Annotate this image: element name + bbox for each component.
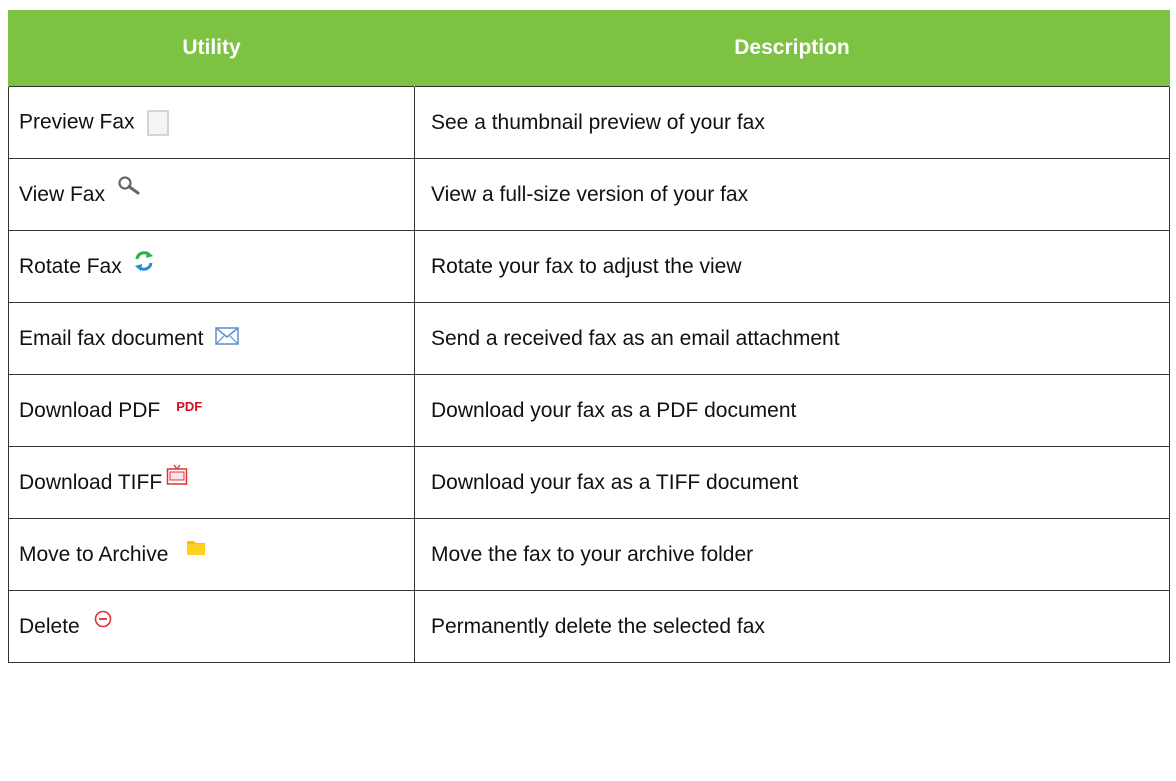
description-cell: Send a received fax as an email attachme… [414, 302, 1170, 375]
description-cell: Rotate your fax to adjust the view [414, 230, 1170, 303]
utility-label: Download TIFF [19, 470, 163, 494]
folder-icon[interactable] [186, 538, 206, 556]
table-row: Preview Fax See a thumbnail preview of y… [8, 86, 1170, 159]
tiff-icon[interactable] [166, 464, 188, 486]
table-row: Download PDF PDF Download your fax as a P… [8, 374, 1170, 447]
utility-label: Download PDF [19, 398, 161, 422]
utility-label: Move to Archive [19, 542, 169, 566]
utility-cell: Download TIFF [8, 446, 415, 519]
pdf-icon[interactable]: PDF [176, 399, 202, 414]
utility-cell: Delete [8, 590, 415, 663]
description-cell: View a full-size version of your fax [414, 158, 1170, 231]
utility-label: View Fax [19, 182, 105, 206]
header-row: Utility Description [8, 10, 1170, 87]
table-row: View Fax View a full-size version of you… [8, 158, 1170, 231]
utility-cell: Rotate Fax [8, 230, 415, 303]
description-cell: See a thumbnail preview of your fax [414, 86, 1170, 159]
utility-cell: View Fax [8, 158, 415, 231]
table-row: Rotate Fax Rotate your fax to adjust the… [8, 230, 1170, 303]
utility-cell: Preview Fax [8, 86, 415, 159]
description-cell: Download your fax as a PDF document [414, 374, 1170, 447]
description-header: Description [414, 10, 1170, 87]
table-row: Download TIFF Download your fax as a TIF… [8, 446, 1170, 519]
utility-header: Utility [8, 10, 415, 87]
table-row: Move to Archive Move the fax to your arc… [8, 518, 1170, 591]
utility-cell: Move to Archive [8, 518, 415, 591]
utility-label: Email fax document [19, 326, 204, 350]
preview-icon[interactable] [146, 109, 169, 136]
rotate-icon[interactable] [134, 250, 154, 272]
utility-label: Delete [19, 614, 80, 638]
utility-cell: Email fax document [8, 302, 415, 375]
envelope-icon[interactable] [215, 327, 240, 345]
table-row: Email fax document Send a received fax a… [8, 302, 1170, 375]
utility-table: Utility Description Preview Fax See a th… [8, 10, 1170, 663]
delete-icon[interactable] [94, 610, 112, 628]
description-cell: Move the fax to your archive folder [414, 518, 1170, 591]
utility-label: Preview Fax [19, 110, 135, 134]
magnifier-icon[interactable] [117, 175, 141, 195]
description-cell: Permanently delete the selected fax [414, 590, 1170, 663]
utility-label: Rotate Fax [19, 254, 122, 278]
description-cell: Download your fax as a TIFF document [414, 446, 1170, 519]
utility-cell: Download PDF PDF [8, 374, 415, 447]
table-row: Delete Permanently delete the selected f… [8, 590, 1170, 663]
